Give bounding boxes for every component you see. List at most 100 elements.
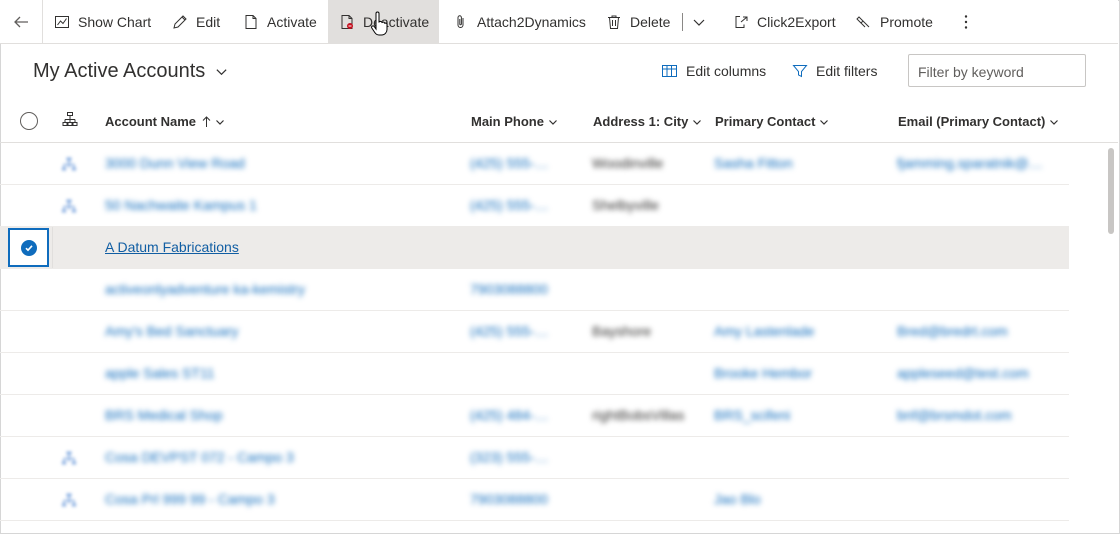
primary-contact-link[interactable]: Amy Lastenlade	[714, 323, 814, 339]
main-phone-link[interactable]: (425) 555-…	[470, 197, 549, 213]
chevron-down-icon	[216, 119, 224, 125]
main-phone-link[interactable]: (425) 555-…	[470, 155, 549, 171]
back-button[interactable]	[0, 0, 43, 43]
account-name-header-label: Account Name	[105, 114, 197, 129]
chevron-down-icon	[216, 69, 227, 76]
primary-contact-link[interactable]: Sasha Fitton	[714, 155, 793, 171]
hierarchy-icon[interactable]	[61, 156, 77, 172]
main-phone-link[interactable]: 7903088800	[470, 281, 548, 297]
account-name-link[interactable]: activeonlyadventure ka-kemistry	[105, 281, 305, 297]
export-icon	[735, 15, 748, 28]
column-header-primary-contact[interactable]: Primary Contact	[715, 114, 829, 129]
view-title: My Active Accounts	[33, 60, 206, 82]
click2export-label: Click2Export	[757, 13, 836, 30]
hierarchy-icon[interactable]	[61, 450, 77, 466]
hierarchy-icon[interactable]	[61, 198, 77, 214]
email-link[interactable]: fjamming.sparatnik@…	[897, 155, 1043, 171]
more-vertical-icon	[964, 14, 968, 29]
sort-ascending-icon	[202, 115, 211, 127]
city-cell: Shelbyville	[592, 197, 659, 213]
table-row[interactable]: 50 Nachwaite Kampus 1 (425) 555-… Shelby…	[0, 185, 1069, 227]
chart-icon	[55, 15, 69, 28]
account-name-link[interactable]: 3000 Dunn View Road	[105, 155, 245, 171]
email-link[interactable]: bnf@brsmdot.com	[897, 407, 1012, 423]
edit-filters-label: Edit filters	[816, 63, 878, 79]
chevron-down-icon	[693, 19, 705, 26]
edit-button[interactable]: Edit	[172, 0, 220, 43]
filter-icon	[792, 65, 808, 78]
delete-button[interactable]: Delete	[606, 0, 670, 43]
primary-contact-link[interactable]: Jao Blo	[714, 491, 761, 507]
edit-filters-button[interactable]: Edit filters	[792, 63, 877, 79]
command-bar: Show Chart Edit Activate Deactivate Atta…	[0, 0, 1118, 44]
column-header-account-name[interactable]: Account Name	[105, 114, 225, 129]
pencil-icon	[173, 14, 187, 29]
table-row[interactable]: BRS Medical Shop (425) 484-… rightBobsVi…	[0, 395, 1069, 437]
account-name-link[interactable]: A Datum Fabrications	[105, 239, 239, 255]
hierarchy-icon[interactable]	[62, 111, 78, 127]
table-row[interactable]: Amy's Bed Sanctuary (425) 555-… Bayshore…	[0, 311, 1069, 353]
hierarchy-icon[interactable]	[61, 492, 77, 508]
primary-contact-header-label: Primary Contact	[715, 114, 816, 129]
city-cell: Bayshore	[592, 323, 652, 339]
view-selector[interactable]: My Active Accounts	[33, 60, 228, 83]
row-select-checkbox[interactable]	[8, 228, 49, 267]
edit-columns-label: Edit columns	[686, 63, 767, 79]
hand-cursor-icon	[371, 11, 388, 36]
click2export-button[interactable]: Click2Export	[733, 0, 836, 43]
account-name-link[interactable]: Amy's Bed Sanctuary	[105, 323, 238, 339]
main-phone-header-label: Main Phone	[471, 114, 544, 129]
edit-columns-icon	[662, 65, 677, 77]
chevron-down-icon	[693, 119, 702, 125]
column-header-email[interactable]: Email (Primary Contact)	[898, 114, 1059, 129]
more-delete-options-button[interactable]	[692, 0, 714, 43]
edit-columns-button[interactable]: Edit columns	[661, 63, 766, 79]
activate-label: Activate	[267, 13, 317, 30]
table-row[interactable]: Cosa Prl 999 99 - Campo 3 7903088800 Jao…	[0, 479, 1069, 521]
promote-icon	[856, 15, 870, 27]
chevron-down-icon	[1050, 119, 1059, 125]
primary-contact-link[interactable]: Brooke Hembor	[714, 365, 812, 381]
keyword-filter-input[interactable]	[916, 55, 1080, 88]
attach2dynamics-button[interactable]: Attach2Dynamics	[453, 0, 586, 43]
document-deactivate-icon	[341, 14, 353, 29]
promote-label: Promote	[880, 13, 933, 30]
main-phone-link[interactable]: (425) 555-…	[470, 323, 549, 339]
city-cell: rightBobsVillas	[592, 407, 685, 423]
main-phone-link[interactable]: (323) 555-…	[470, 449, 549, 465]
chevron-down-icon	[549, 119, 557, 125]
email-header-label: Email (Primary Contact)	[898, 114, 1046, 129]
vertical-scrollbar[interactable]	[1108, 148, 1114, 234]
email-link[interactable]: appleseed@test.com	[897, 365, 1029, 381]
document-icon	[245, 14, 257, 29]
account-name-link[interactable]: 50 Nachwaite Kampus 1	[105, 197, 257, 213]
more-commands-button[interactable]	[958, 0, 982, 43]
account-name-link[interactable]: Cosa Prl 999 99 - Campo 3	[105, 491, 275, 507]
checkmark-icon	[20, 239, 37, 256]
column-header-main-phone[interactable]: Main Phone	[471, 114, 558, 129]
trash-icon	[608, 15, 620, 29]
show-chart-button[interactable]: Show Chart	[54, 0, 151, 43]
activate-button[interactable]: Activate	[243, 0, 317, 43]
table-row[interactable]: activeonlyadventure ka-kemistry 79030888…	[0, 269, 1069, 311]
delete-label: Delete	[630, 13, 671, 30]
primary-contact-link[interactable]: BRS_scifeni	[714, 407, 790, 423]
table-row[interactable]: Cosa DEVPST 072 - Campo 3 (323) 555-…	[0, 437, 1069, 479]
account-name-link[interactable]: apple Sales ST11	[105, 365, 214, 381]
main-phone-link[interactable]: 7903088800	[470, 491, 548, 507]
table-row-selected[interactable]: A Datum Fabrications	[0, 227, 1069, 269]
paperclip-icon	[457, 14, 464, 28]
column-header-city[interactable]: Address 1: City	[593, 114, 702, 129]
promote-button[interactable]: Promote	[856, 0, 933, 43]
table-row[interactable]: apple Sales ST11 Brooke Hembor appleseed…	[0, 353, 1069, 395]
main-phone-link[interactable]: (425) 484-…	[470, 407, 549, 423]
account-name-link[interactable]: BRS Medical Shop	[105, 407, 223, 423]
select-all-checkbox[interactable]	[20, 112, 38, 130]
edit-label: Edit	[196, 13, 221, 30]
city-header-label: Address 1: City	[593, 114, 689, 129]
email-link[interactable]: Bred@bredrt.com	[897, 323, 1008, 339]
keyword-filter	[908, 54, 1086, 88]
table-row[interactable]: 3000 Dunn View Road (425) 555-… Woodinvi…	[0, 143, 1069, 185]
account-name-link[interactable]: Cosa DEVPST 072 - Campo 3	[105, 449, 294, 465]
command-separator	[682, 13, 683, 31]
